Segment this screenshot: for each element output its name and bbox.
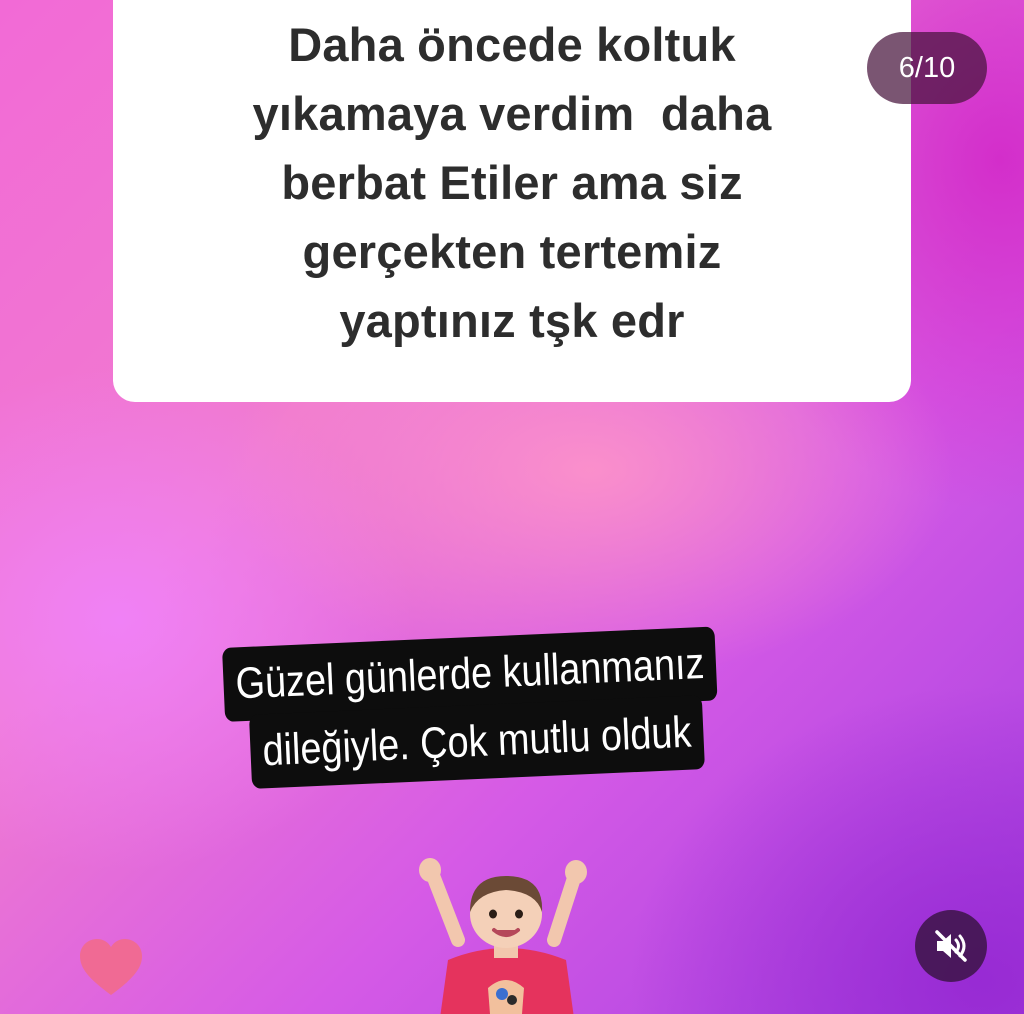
question-text-line: Daha öncede koltuk <box>288 18 736 71</box>
heart-icon[interactable] <box>78 938 144 998</box>
question-text-line: gerçekten tertemiz <box>302 225 722 278</box>
cheering-child-sticker <box>419 858 587 1014</box>
question-card: Daha öncede koltuk yıkamaya verdim daha … <box>113 0 911 402</box>
question-text-line: yaptınız tşk edr <box>339 294 685 347</box>
reply-text-sticker: Güzel günlerde kullanmanız dileğiyle. Ço… <box>222 623 801 790</box>
story-counter: 6/10 <box>867 32 987 104</box>
question-text-line: yıkamaya verdim daha <box>252 87 772 140</box>
mute-button[interactable] <box>915 910 987 982</box>
speaker-muted-icon <box>935 930 967 962</box>
question-text-line: berbat Etiler ama siz <box>281 156 743 209</box>
story-counter-text: 6/10 <box>898 51 956 84</box>
story-background: Daha öncede koltuk yıkamaya verdim daha … <box>0 0 1024 1014</box>
